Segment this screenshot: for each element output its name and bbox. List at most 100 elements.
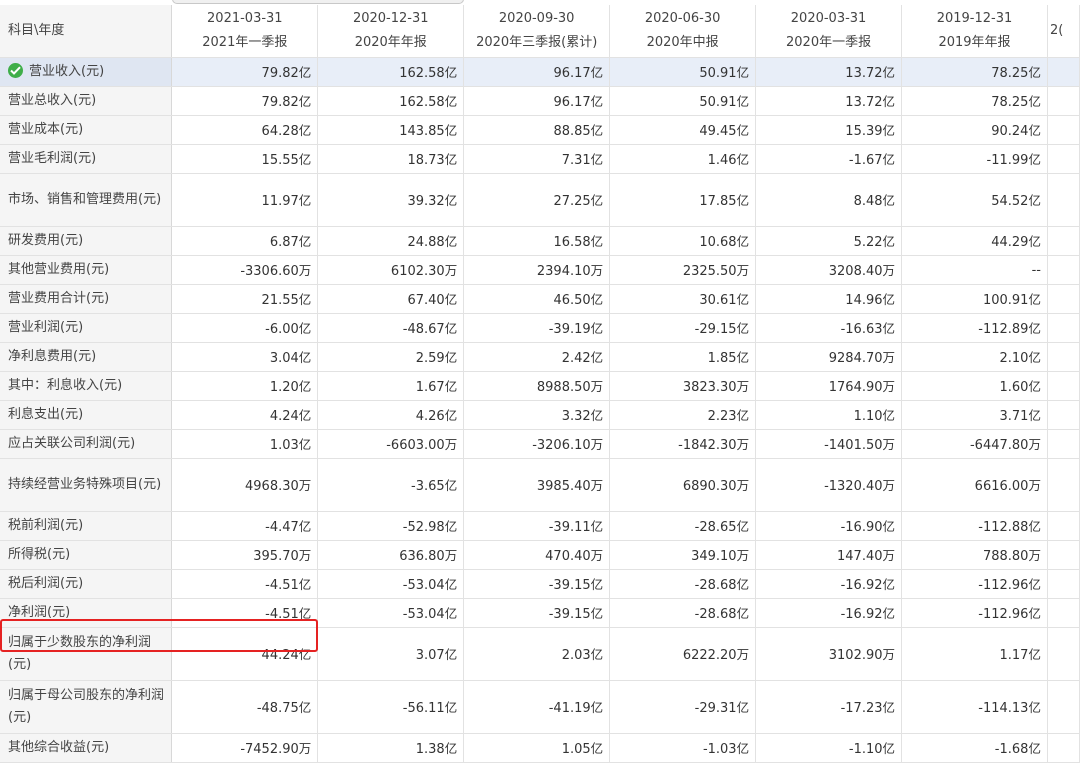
table-row[interactable]: 营业毛利润(元) 15.55亿 18.73亿 7.31亿 1.46亿 -1.67亿 -11.… <box>0 144 1080 174</box>
table-row[interactable]: 税前利润(元) -4.47亿 -52.98亿 -39.11亿 -28.65亿 -16.90… <box>0 511 1080 541</box>
row-label-text: 应占关联公司利润(元) <box>8 435 136 451</box>
row-label[interactable]: 净利润(元) <box>0 598 173 628</box>
column-header[interactable]: 2( <box>1047 5 1080 58</box>
value-number: 1764.90 <box>828 380 883 395</box>
table-row[interactable]: 市场、销售和管理费用(元) 11.97亿 39.32亿 27.25亿 17.85亿 8.4… <box>0 173 1080 227</box>
value-cell: 1.03亿 <box>171 429 319 459</box>
value-number: -52.98 <box>402 520 445 535</box>
value-unit: 亿 <box>882 741 896 756</box>
row-label[interactable]: 研发费用(元) <box>0 226 173 256</box>
value-unit: 亿 <box>736 741 750 756</box>
value-unit: 亿 <box>444 123 458 138</box>
column-header[interactable]: 2020-03-31 2020年一季报 <box>755 5 903 58</box>
row-label[interactable]: 持续经营业务特殊项目(元) <box>0 458 173 512</box>
column-header[interactable]: 2021-03-31 2021年一季报 <box>171 5 319 58</box>
value-cell: -6447.80万 <box>901 429 1048 459</box>
row-label[interactable]: 税后利润(元) <box>0 569 173 599</box>
row-label[interactable]: 其他营业费用(元) <box>0 255 173 285</box>
column-date: 2020-09-30 <box>498 10 575 26</box>
value-unit: 亿 <box>882 292 896 307</box>
value-number: 3102.90 <box>828 648 883 663</box>
value-number: 4.26 <box>415 409 445 424</box>
value-number: 64.28 <box>261 124 299 139</box>
value-unit: 亿 <box>736 193 750 208</box>
value-number: -112.96 <box>978 578 1029 593</box>
table-row[interactable]: 营业成本(元) 64.28亿 143.85亿 88.85亿 49.45亿 15.39亿 90… <box>0 115 1080 145</box>
value-number: 96.17 <box>553 66 591 81</box>
value-cell: -3206.10万 <box>463 429 611 459</box>
value-number: 6890.30 <box>682 479 737 494</box>
value-number: -6603.00 <box>386 438 445 453</box>
column-date: 2020-03-31 <box>790 10 867 26</box>
value-number: -39.15 <box>548 578 591 593</box>
table-row[interactable]: 持续经营业务特殊项目(元) 4968.30万 -3.65亿 3985.40万 6890.… <box>0 458 1080 512</box>
row-label[interactable]: 营业利润(元) <box>0 313 173 343</box>
value-unit: 亿 <box>1028 379 1041 394</box>
table-row[interactable]: 归属于母公司股东的净利润(元) -48.75亿 -56.11亿 -41.19亿 -29.… <box>0 680 1080 734</box>
value-cell-clipped <box>1047 540 1080 570</box>
value-number: -53.04 <box>402 578 445 593</box>
row-label[interactable]: 营业毛利润(元) <box>0 144 173 174</box>
table-row[interactable]: 其他综合收益(元) -7452.90万 1.38亿 1.05亿 -1.03亿 -1.10亿… <box>0 733 1080 763</box>
row-label[interactable]: 营业总收入(元) <box>0 86 173 116</box>
row-label[interactable]: 应占关联公司利润(元) <box>0 429 173 459</box>
value-unit: 亿 <box>444 741 458 756</box>
row-label[interactable]: 所得税(元) <box>0 540 173 570</box>
table-row[interactable]: 净利润(元) -4.51亿 -53.04亿 -39.15亿 -28.68亿 -16.92亿… <box>0 598 1080 628</box>
column-header[interactable]: 2019-12-31 2019年年报 <box>901 5 1048 58</box>
value-unit: 亿 <box>444 408 458 423</box>
table-row[interactable]: 利息支出(元) 4.24亿 4.26亿 3.32亿 2.23亿 1.10亿 3.71亿 <box>0 400 1080 430</box>
value-unit: 万 <box>736 379 750 394</box>
table-row[interactable]: 应占关联公司利润(元) 1.03亿 -6603.00万 -3206.10万 -1842.… <box>0 429 1080 459</box>
table-row[interactable]: 营业收入(元) 79.82亿 162.58亿 96.17亿 50.91亿 13.72亿 78… <box>0 57 1080 87</box>
table-row[interactable]: 其他营业费用(元) -3306.60万 6102.30万 2394.10万 2325.5… <box>0 255 1080 285</box>
row-label[interactable]: 营业成本(元) <box>0 115 173 145</box>
value-cell: 46.50亿 <box>463 284 611 314</box>
value-number: 6102.30 <box>390 264 445 279</box>
row-label-text: 营业收入(元) <box>29 63 105 79</box>
column-header[interactable]: 2020-12-31 2020年年报 <box>317 5 465 58</box>
row-label[interactable]: 其中：利息收入(元) <box>0 371 173 401</box>
table-row[interactable]: 营业利润(元) -6.00亿 -48.67亿 -39.19亿 -29.15亿 -16.63… <box>0 313 1080 343</box>
row-label[interactable]: 利息支出(元) <box>0 400 173 430</box>
value-cell-clipped <box>1047 371 1080 401</box>
value-cell: 8988.50万 <box>463 371 611 401</box>
value-unit: 亿 <box>298 292 312 307</box>
value-number: 30.61 <box>699 293 737 308</box>
column-header[interactable]: 2020-06-30 2020年中报 <box>609 5 757 58</box>
row-label[interactable]: 税前利润(元) <box>0 511 173 541</box>
value-unit: 亿 <box>590 321 604 336</box>
table-row[interactable]: 营业总收入(元) 79.82亿 162.58亿 96.17亿 50.91亿 13.72亿 7… <box>0 86 1080 116</box>
value-cell: -1.10亿 <box>755 733 903 763</box>
value-number: -6447.80 <box>969 438 1029 453</box>
value-number: 3208.40 <box>828 264 883 279</box>
table-row[interactable]: 税后利润(元) -4.51亿 -53.04亿 -39.15亿 -28.68亿 -16.92… <box>0 569 1080 599</box>
row-label[interactable]: 归属于少数股东的净利润(元) <box>0 627 173 681</box>
row-label[interactable]: 净利息费用(元) <box>0 342 173 372</box>
row-label[interactable]: 归属于母公司股东的净利润(元) <box>0 680 173 734</box>
table-row[interactable]: 其中：利息收入(元) 1.20亿 1.67亿 8988.50万 3823.30万 1764… <box>0 371 1080 401</box>
row-label[interactable]: 营业费用合计(元) <box>0 284 173 314</box>
value-unit: 亿 <box>882 152 896 167</box>
value-cell: 39.32亿 <box>317 173 465 227</box>
table-row[interactable]: 研发费用(元) 6.87亿 24.88亿 16.58亿 10.68亿 5.22亿 44.29… <box>0 226 1080 256</box>
value-unit: 亿 <box>444 647 458 662</box>
table-row[interactable]: 净利息费用(元) 3.04亿 2.59亿 2.42亿 1.85亿 9284.70万 2.10… <box>0 342 1080 372</box>
value-cell: -56.11亿 <box>317 680 465 734</box>
value-cell: -1.03亿 <box>609 733 757 763</box>
table-row[interactable]: 营业费用合计(元) 21.55亿 67.40亿 46.50亿 30.61亿 14.96亿 1… <box>0 284 1080 314</box>
value-cell: 4968.30万 <box>171 458 319 512</box>
value-cell: -1401.50万 <box>755 429 903 459</box>
value-unit: 万 <box>736 548 750 563</box>
value-unit: 亿 <box>882 193 896 208</box>
row-label[interactable]: 营业收入(元) <box>0 57 173 87</box>
table-row[interactable]: 所得税(元) 395.70万 636.80万 470.40万 349.10万 147.40… <box>0 540 1080 570</box>
value-cell: 50.91亿 <box>609 57 757 87</box>
row-label[interactable]: 其他综合收益(元) <box>0 733 173 763</box>
column-header[interactable]: 2020-09-30 2020年三季报(累计) <box>463 5 611 58</box>
scroll-tab[interactable] <box>172 0 464 4</box>
value-cell: 50.91亿 <box>609 86 757 116</box>
row-label[interactable]: 市场、销售和管理费用(元) <box>0 173 173 227</box>
table-row[interactable]: 归属于少数股东的净利润(元) 44.24亿 3.07亿 2.03亿 6222.20万 31… <box>0 627 1080 681</box>
row-label-text: 其他营业费用(元) <box>8 261 110 277</box>
